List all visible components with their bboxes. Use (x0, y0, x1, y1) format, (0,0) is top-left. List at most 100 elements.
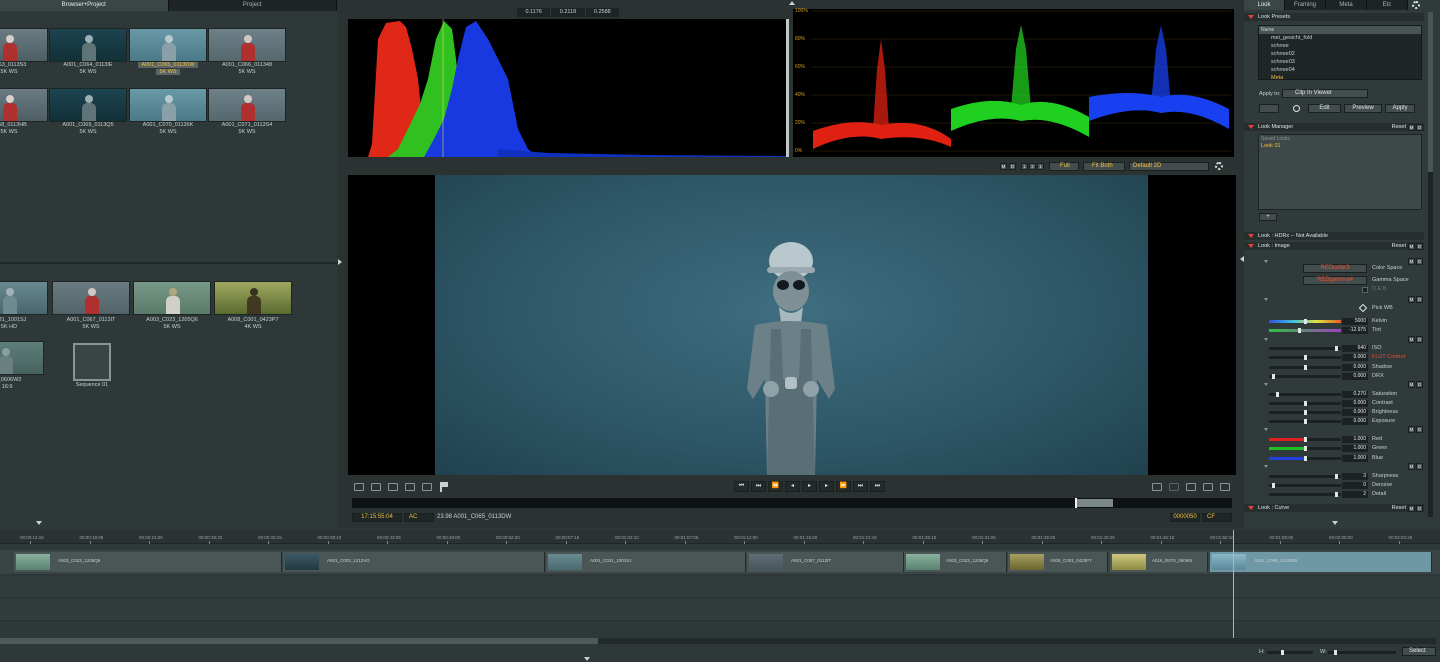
browser-splitter[interactable] (0, 262, 337, 264)
clip-thumbnail[interactable] (208, 28, 286, 62)
param-slider[interactable] (1269, 410, 1341, 415)
timeline-clip[interactable]: A003_C023_1205Q6 (904, 552, 1007, 572)
timeline-scrollbar[interactable] (0, 638, 1436, 644)
clip-thumbnail[interactable] (0, 88, 48, 122)
param-slider-knob[interactable] (1303, 456, 1307, 461)
tab-etc[interactable]: Etc (1367, 0, 1408, 10)
go-end-icon[interactable]: ⏭ (870, 481, 885, 492)
gamma-space-select[interactable]: REDgamma4 (1303, 276, 1367, 285)
h-zoom-slider[interactable] (1267, 650, 1313, 655)
group-collapse-icon[interactable] (1264, 298, 1268, 301)
look-curve-d-button[interactable]: D (1416, 505, 1423, 512)
param-value[interactable]: 640 (1342, 345, 1368, 352)
viewer-2-button[interactable]: 2 (1029, 163, 1036, 170)
group-d-button[interactable]: D (1416, 463, 1423, 470)
scrub-bar[interactable] (352, 498, 1232, 508)
saved-looks-list[interactable]: Saved Looks Look 01 (1258, 134, 1422, 210)
param-slider[interactable] (1269, 456, 1341, 461)
timeline-clip[interactable]: A001_C067_0113IT (747, 552, 904, 572)
param-slider-knob[interactable] (1334, 492, 1338, 497)
param-slider[interactable] (1269, 437, 1341, 442)
group-d-button[interactable]: D (1416, 258, 1423, 265)
timecode-mode-select[interactable]: AC (404, 513, 434, 522)
param-value[interactable]: 1.000 (1342, 436, 1368, 443)
right-collapse-icon[interactable] (1332, 521, 1338, 525)
color-space-select[interactable]: REDcolor3 (1303, 264, 1367, 273)
group-collapse-icon[interactable] (1264, 428, 1268, 431)
timeline-playhead[interactable] (1233, 530, 1234, 638)
tab-project[interactable]: Project (169, 0, 337, 11)
param-slider[interactable] (1269, 446, 1341, 451)
group-collapse-icon[interactable] (1264, 260, 1268, 263)
clip-thumbnail[interactable] (208, 88, 286, 122)
param-value[interactable]: -12.975 (1342, 327, 1368, 334)
timecode-display[interactable]: 17:15:55:04 (352, 513, 402, 522)
clip-thumbnail[interactable] (214, 281, 292, 315)
param-slider-knob[interactable] (1297, 328, 1301, 333)
look-image-reset[interactable]: Reset (1392, 242, 1406, 250)
param-slider[interactable] (1269, 319, 1341, 324)
tab-framing[interactable]: Framing (1285, 0, 1326, 10)
group-m-button[interactable]: M (1408, 258, 1415, 265)
apply-to-select[interactable]: Clip In Viewer (1282, 89, 1368, 98)
look-manager-m-button[interactable]: M (1408, 124, 1415, 131)
look-manager-header[interactable]: Look Manager Reset (1244, 123, 1424, 131)
param-slider-knob[interactable] (1334, 346, 1338, 351)
param-slider[interactable] (1269, 419, 1341, 424)
preset-preview-button[interactable]: Preview (1344, 104, 1382, 113)
preset-folder-button[interactable] (1259, 104, 1279, 113)
step-forward-icon[interactable]: ▸ (819, 481, 834, 492)
param-value[interactable]: 0.270 (1342, 391, 1368, 398)
image-viewer[interactable] (348, 175, 1236, 475)
viewer-m-button[interactable]: M (1000, 163, 1007, 170)
param-slider[interactable] (1269, 492, 1341, 497)
lut-select[interactable]: Default 2D (1129, 162, 1209, 171)
clip-thumbnail[interactable] (129, 28, 207, 62)
saved-look-item[interactable]: Look 01 (1259, 143, 1421, 150)
group-collapse-icon[interactable] (1264, 338, 1268, 341)
deb-checkbox[interactable] (1362, 287, 1368, 293)
group-m-button[interactable]: M (1408, 426, 1415, 433)
param-value[interactable]: 5000 (1342, 318, 1368, 325)
group-d-button[interactable]: D (1416, 426, 1423, 433)
param-value[interactable]: 0.000 (1342, 354, 1368, 361)
timeline-clip[interactable]: A008_C001_0423P7 (1008, 552, 1108, 572)
prev-clip-icon[interactable]: ⏭ (751, 481, 766, 492)
clip-thumbnail[interactable] (0, 281, 48, 315)
param-value[interactable]: 0.000 (1342, 364, 1368, 371)
preset-item[interactable]: schnee (1259, 42, 1421, 50)
viewer-d-button[interactable]: D (1009, 163, 1016, 170)
look-manager-d-button[interactable]: D (1416, 124, 1423, 131)
preset-item[interactable]: schnee03 (1259, 58, 1421, 66)
param-slider[interactable] (1269, 346, 1341, 351)
tab-browser-project[interactable]: Browser+Project (0, 0, 169, 11)
timeline-clip[interactable]: A001_C003_1212VG (283, 552, 545, 572)
frame-mode-select[interactable]: CF (1202, 513, 1232, 522)
param-slider-knob[interactable] (1334, 474, 1338, 479)
preset-item[interactable]: schnee04 (1259, 66, 1421, 74)
w-zoom-slider[interactable] (1328, 650, 1396, 655)
look-image-header[interactable]: Look : Image Reset (1244, 242, 1424, 250)
viewer-settings-gear-icon[interactable] (1215, 162, 1223, 170)
param-value[interactable]: 3 (1342, 473, 1368, 480)
clip-thumbnail[interactable] (49, 88, 127, 122)
param-value[interactable]: 0.000 (1342, 418, 1368, 425)
clip-thumbnail[interactable] (129, 88, 207, 122)
play-icon[interactable]: ▸ (802, 481, 817, 492)
timeline-clip[interactable]: A001_C065_0113DW (1210, 552, 1432, 572)
monitor-icon[interactable] (1152, 483, 1162, 491)
panel-expand-up-icon[interactable] (789, 1, 795, 5)
param-value[interactable]: 0.000 (1342, 409, 1368, 416)
param-slider-knob[interactable] (1303, 401, 1307, 406)
group-collapse-icon[interactable] (1264, 383, 1268, 386)
param-slider-knob[interactable] (1275, 392, 1279, 397)
go-start-icon[interactable]: ⏮ (734, 481, 749, 492)
param-slider-knob[interactable] (1303, 319, 1307, 324)
tab-look[interactable]: Look (1244, 0, 1285, 10)
param-slider[interactable] (1269, 374, 1341, 379)
param-slider-knob[interactable] (1303, 419, 1307, 424)
param-slider[interactable] (1269, 392, 1341, 397)
group-m-button[interactable]: M (1408, 463, 1415, 470)
group-d-button[interactable]: D (1416, 381, 1423, 388)
param-value[interactable]: 2 (1342, 491, 1368, 498)
